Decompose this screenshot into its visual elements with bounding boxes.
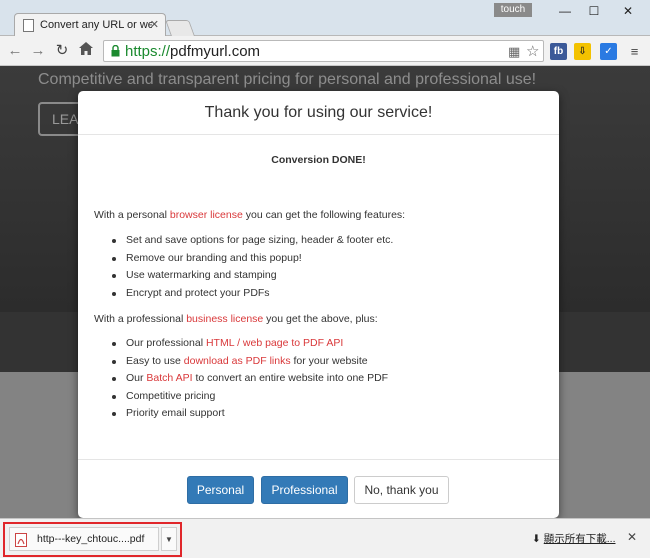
modal-footer: Personal Professional No, thank you bbox=[78, 459, 559, 518]
tab-close-icon[interactable]: ✕ bbox=[150, 18, 159, 31]
hero-tagline: Competitive and transparent pricing for … bbox=[38, 71, 537, 88]
download-filename: http---key_chtouc....pdf bbox=[37, 533, 145, 545]
list-item: Priority email support bbox=[110, 407, 388, 425]
download-item[interactable]: http---key_chtouc....pdf bbox=[9, 527, 159, 551]
download-options-chevron-icon[interactable]: ▼ bbox=[161, 527, 177, 551]
list-item: Remove our branding and this popup! bbox=[110, 252, 393, 270]
url-text: https://pdfmyurl.com bbox=[125, 43, 261, 60]
home-icon[interactable] bbox=[77, 42, 95, 60]
conversion-done-text: Conversion DONE! bbox=[271, 154, 366, 166]
thank-you-modal: Thank you for using our service! Convers… bbox=[78, 91, 559, 518]
reload-icon[interactable]: ↻ bbox=[53, 42, 71, 60]
forward-arrow-icon[interactable]: → bbox=[29, 42, 47, 60]
list-item: Our Batch API to convert an entire websi… bbox=[110, 372, 388, 390]
title-bar: Convert any URL or web ✕ touch — ☐ ✕ bbox=[0, 0, 650, 37]
personal-button[interactable]: Personal bbox=[187, 476, 254, 504]
show-all-downloads-link[interactable]: ⬇ 顯示所有下載... bbox=[532, 531, 616, 546]
maximize-button[interactable]: ☐ bbox=[582, 4, 606, 18]
list-item: Encrypt and protect your PDFs bbox=[110, 287, 393, 305]
translate-icon[interactable]: ▦ bbox=[508, 44, 520, 60]
lock-icon bbox=[111, 45, 120, 57]
list-item: Competitive pricing bbox=[110, 390, 388, 408]
close-download-bar-icon[interactable]: ✕ bbox=[627, 530, 637, 544]
facebook-extension-icon[interactable]: fb bbox=[550, 43, 567, 60]
back-arrow-icon[interactable]: ← bbox=[6, 42, 24, 60]
batch-api-link[interactable]: Batch API bbox=[146, 372, 192, 384]
professional-intro: With a professional business license you… bbox=[94, 313, 378, 325]
modal-title: Thank you for using our service! bbox=[204, 104, 433, 121]
professional-button[interactable]: Professional bbox=[261, 476, 348, 504]
close-window-button[interactable]: ✕ bbox=[616, 4, 640, 18]
download-bar: http---key_chtouc....pdf ▼ ⬇ 顯示所有下載... ✕ bbox=[0, 518, 650, 558]
browser-toolbar: ← → ↻ https://pdfmyurl.com ▦ ☆ fb ⇩ ✓ ≡ bbox=[0, 36, 650, 66]
menu-icon[interactable]: ≡ bbox=[626, 43, 643, 60]
list-item: Set and save options for page sizing, he… bbox=[110, 234, 393, 252]
page-icon bbox=[23, 19, 34, 32]
list-item: Our professional HTML / web page to PDF … bbox=[110, 337, 388, 355]
pdf-links-link[interactable]: download as PDF links bbox=[184, 355, 291, 367]
download-arrow-icon: ⬇ bbox=[532, 533, 541, 545]
save-extension-icon[interactable]: ⇩ bbox=[574, 43, 591, 60]
browser-license-link[interactable]: browser license bbox=[170, 209, 243, 221]
business-license-link[interactable]: business license bbox=[186, 313, 263, 325]
modal-header: Thank you for using our service! bbox=[78, 91, 559, 135]
personal-features-list: Set and save options for page sizing, he… bbox=[110, 234, 393, 304]
bookmark-star-icon[interactable]: ☆ bbox=[526, 42, 539, 60]
minimize-button[interactable]: — bbox=[553, 4, 577, 18]
download-item-highlight: http---key_chtouc....pdf ▼ bbox=[3, 522, 182, 557]
browser-tab[interactable]: Convert any URL or web ✕ bbox=[14, 13, 166, 37]
pdf-file-icon bbox=[15, 533, 27, 547]
list-item: Easy to use download as PDF links for yo… bbox=[110, 355, 388, 373]
no-thanks-button[interactable]: No, thank you bbox=[354, 476, 449, 504]
professional-features-list: Our professional HTML / web page to PDF … bbox=[110, 337, 388, 425]
new-tab-button[interactable] bbox=[165, 20, 195, 36]
touch-badge: touch bbox=[494, 3, 532, 17]
personal-intro: With a personal browser license you can … bbox=[94, 209, 406, 221]
tab-title: Convert any URL or web bbox=[40, 19, 152, 31]
address-bar[interactable]: https://pdfmyurl.com ▦ ☆ bbox=[103, 40, 544, 62]
checklist-extension-icon[interactable]: ✓ bbox=[600, 43, 617, 60]
browser-window: Convert any URL or web ✕ touch — ☐ ✕ ← →… bbox=[0, 0, 650, 558]
pdf-api-link[interactable]: HTML / web page to PDF API bbox=[206, 337, 343, 349]
list-item: Use watermarking and stamping bbox=[110, 269, 393, 287]
